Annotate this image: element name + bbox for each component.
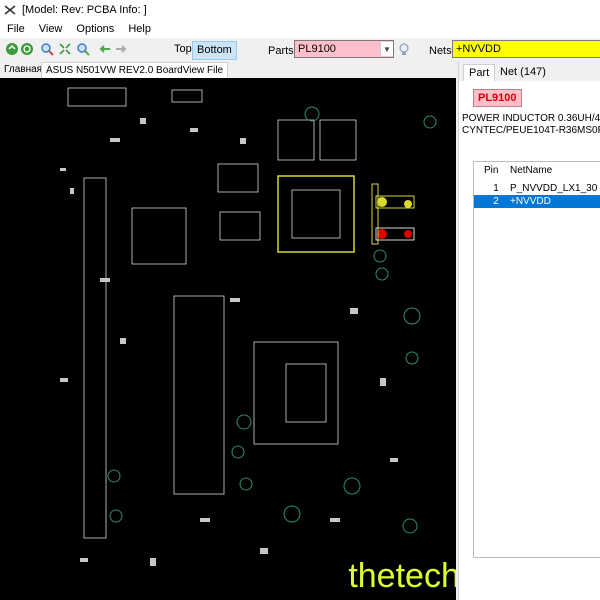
back-arrow-icon[interactable] <box>98 42 112 56</box>
part-name-badge: PL9100 <box>473 89 522 107</box>
table-row[interactable]: 1 P_NVVDD_LX1_30 <box>474 182 600 195</box>
menu-bar: File View Options Help <box>0 20 600 38</box>
forward-arrow-icon[interactable] <box>114 42 128 56</box>
board-canvas[interactable]: thetechstall.com <box>0 78 456 600</box>
nets-label: Nets: <box>429 45 455 57</box>
menu-view[interactable]: View <box>32 23 70 35</box>
chevron-down-icon[interactable]: ▼ <box>380 42 393 56</box>
zoom-out-icon[interactable] <box>76 42 90 56</box>
zoom-in-icon[interactable] <box>40 42 54 56</box>
tab-net[interactable]: Net (147) <box>495 64 551 80</box>
menu-help[interactable]: Help <box>121 23 158 35</box>
part-description-line1: POWER INDUCTOR 0.36UH/40 <box>462 113 600 124</box>
tab-boardview-file[interactable]: ASUS N501VW REV2.0 BoardView File <box>41 62 229 78</box>
netname-column-header[interactable]: NetName <box>510 162 552 180</box>
pins-table: Pin NetName 1 P_NVVDD_LX1_30 2 +NVVDD <box>473 161 600 558</box>
zoom-fit-icon[interactable] <box>58 42 72 56</box>
tab-home[interactable]: Главная <box>0 62 46 77</box>
nets-field[interactable]: +NVVDD <box>452 40 600 58</box>
part-details: PL9100 POWER INDUCTOR 0.36UH/40 CYNTEC/P… <box>459 81 600 600</box>
refresh-icon[interactable] <box>20 42 34 56</box>
window-title: [Model: Rev: PCBA Info: ] <box>22 4 147 16</box>
parts-value[interactable]: PL9100 <box>295 43 380 55</box>
pin-cell: 2 <box>493 196 499 207</box>
menu-options[interactable]: Options <box>69 23 121 35</box>
title-bar: [Model: Rev: PCBA Info: ] <box>0 0 600 20</box>
right-panel: Part Net (147) PL9100 POWER INDUCTOR 0.3… <box>458 62 600 600</box>
parts-combobox[interactable]: PL9100 ▼ <box>294 40 394 58</box>
tab-part[interactable]: Part <box>463 64 496 81</box>
document-tabs: Главная ASUS N501VW REV2.0 BoardView Fil… <box>0 62 456 78</box>
pin-column-header[interactable]: Pin <box>484 162 498 180</box>
net-cell: +NVVDD <box>510 196 551 207</box>
app-icon <box>4 5 16 15</box>
open-icon[interactable] <box>5 42 19 56</box>
nets-value[interactable]: +NVVDD <box>453 43 501 55</box>
bottom-button[interactable]: Bottom <box>192 41 237 60</box>
menu-file[interactable]: File <box>0 23 32 35</box>
bulb-icon[interactable] <box>397 42 411 56</box>
table-row[interactable]: 2 +NVVDD <box>474 195 600 208</box>
pin-cell: 1 <box>493 183 499 194</box>
pcb-layout[interactable] <box>0 78 456 600</box>
net-cell: P_NVVDD_LX1_30 <box>510 183 598 194</box>
parts-label: Parts: <box>268 45 297 57</box>
part-description-line2: CYNTEC/PEUE104T-R36MS0F <box>462 125 600 136</box>
watermark: thetechstall.com <box>312 552 456 600</box>
